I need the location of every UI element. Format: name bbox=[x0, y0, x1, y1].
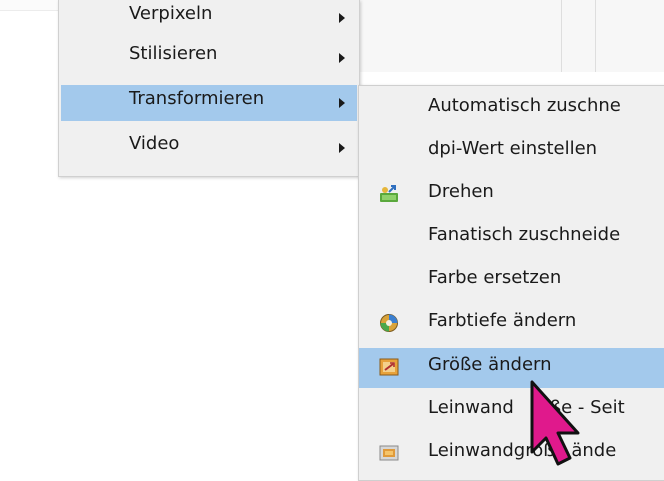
submenu-item-label: Drehen bbox=[428, 181, 494, 202]
resize-icon bbox=[379, 358, 399, 376]
menu-item-video[interactable]: Video bbox=[61, 130, 357, 166]
submenu-item-label: Fanatisch zuschneide bbox=[428, 224, 621, 245]
submenu-item-label: Farbtiefe ändern bbox=[428, 310, 577, 331]
menu-item-transformieren[interactable]: Transformieren bbox=[61, 85, 357, 121]
menu-item-stilisieren[interactable]: Stilisieren bbox=[61, 40, 357, 76]
submenu-item-color-depth[interactable]: Farbtiefe ändern bbox=[359, 304, 664, 344]
submenu-arrow-icon bbox=[339, 53, 345, 63]
submenu-item-label: dpi-Wert einstellen bbox=[428, 138, 598, 159]
menu-item-label: Transformieren bbox=[129, 88, 265, 109]
submenu-item-resize[interactable]: Größe ändern bbox=[359, 348, 664, 388]
submenu-arrow-icon bbox=[339, 143, 345, 153]
submenu-arrow-icon bbox=[339, 13, 345, 23]
submenu-arrow-icon bbox=[339, 98, 345, 108]
submenu-item-rotate[interactable]: Drehen bbox=[359, 175, 664, 215]
submenu-item-canvas-size[interactable]: Leinwandgröße ände bbox=[359, 434, 664, 474]
effects-menu: Verpixeln Stilisieren Transformieren Vid… bbox=[58, 0, 360, 177]
menu-item-verpixeln[interactable]: Verpixeln bbox=[61, 0, 357, 36]
submenu-item-replace-color[interactable]: Farbe ersetzen bbox=[359, 261, 664, 301]
submenu-item-label: Automatisch zuschne bbox=[428, 95, 621, 116]
submenu-item-label: Farbe ersetzen bbox=[428, 267, 562, 288]
canvas-size-icon bbox=[379, 445, 399, 461]
menu-item-label: Verpixeln bbox=[129, 3, 213, 24]
background-panel bbox=[358, 0, 664, 72]
menu-item-label: Stilisieren bbox=[129, 43, 218, 64]
submenu-item-auto-crop[interactable]: Automatisch zuschne bbox=[359, 89, 664, 129]
submenu-item-set-dpi[interactable]: dpi-Wert einstellen bbox=[359, 132, 664, 172]
rotate-icon bbox=[380, 185, 398, 202]
menu-item-label: Video bbox=[129, 133, 180, 154]
submenu-item-fanatic-crop[interactable]: Fanatisch zuschneide bbox=[359, 218, 664, 258]
transformieren-submenu: Automatisch zuschne dpi-Wert einstellen … bbox=[358, 85, 664, 481]
submenu-item-canvas-size-side[interactable]: Leinwand ße - Seit bbox=[359, 391, 664, 431]
color-depth-icon bbox=[380, 314, 398, 332]
mouse-cursor-icon bbox=[530, 380, 580, 466]
